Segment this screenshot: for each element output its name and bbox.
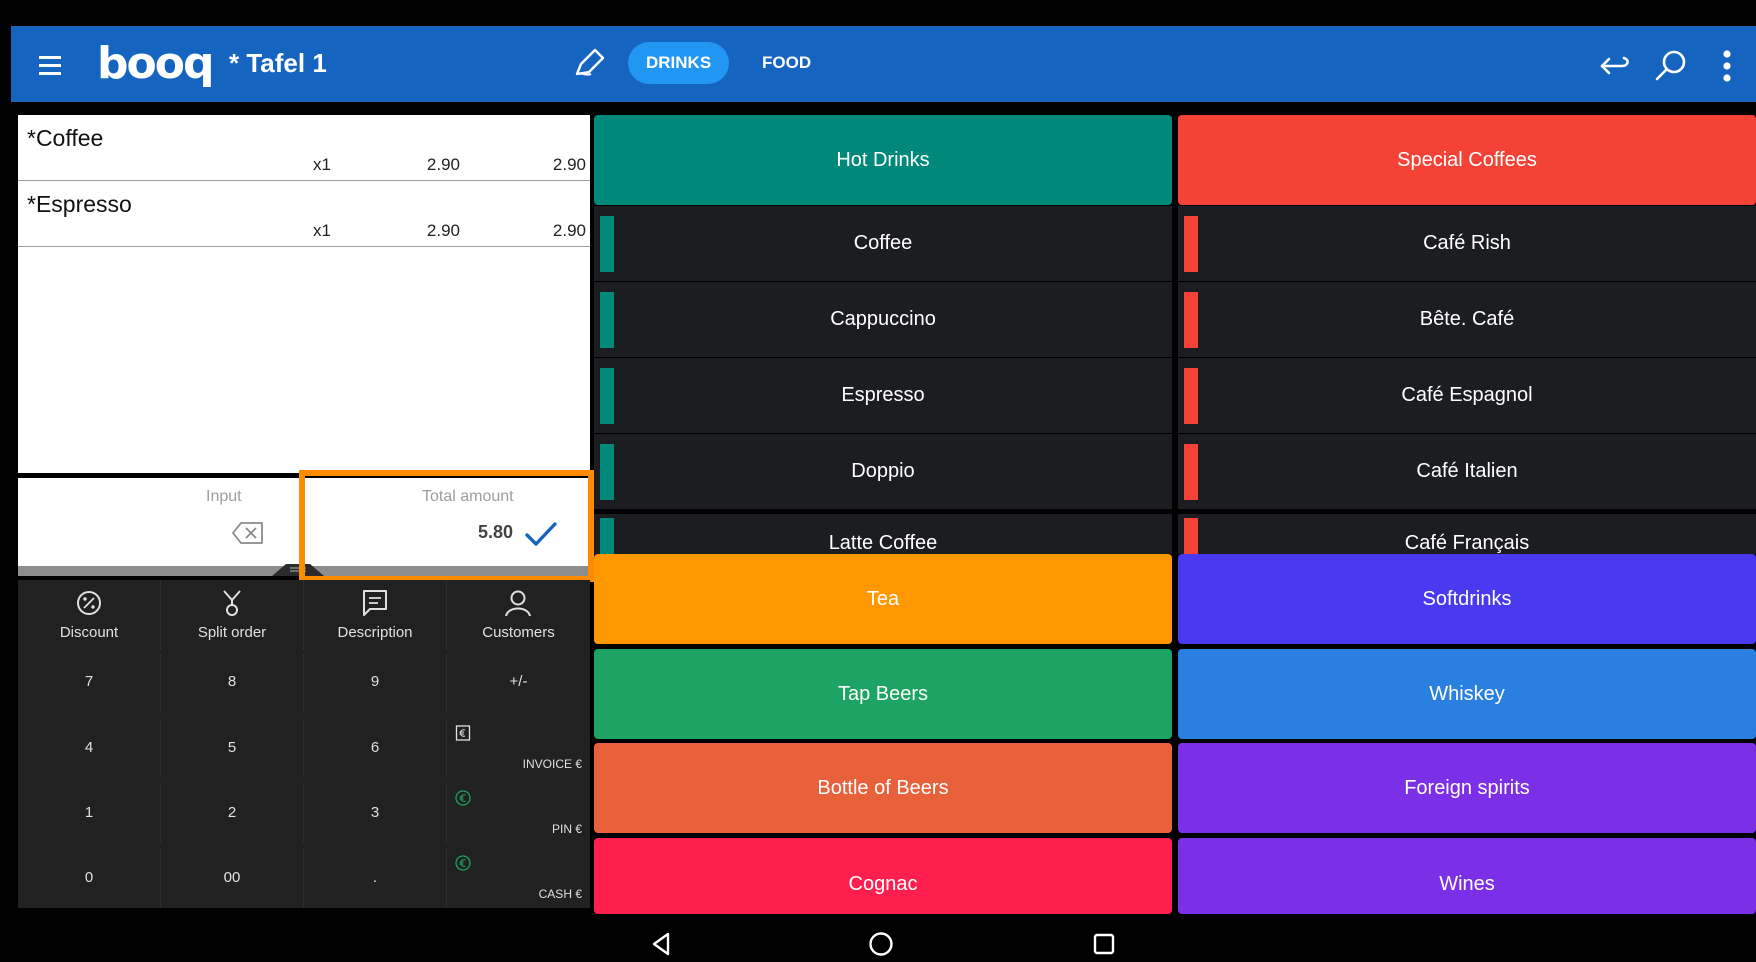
- product-cafe-espagnol[interactable]: Café Espagnol: [1178, 358, 1756, 433]
- tab-drinks[interactable]: DRINKS: [628, 42, 730, 84]
- order-item-qty: x1: [313, 155, 331, 174]
- order-item-name: *Coffee: [27, 125, 104, 151]
- discount-button[interactable]: Discount: [18, 580, 161, 650]
- product-label: Café Français: [1404, 532, 1530, 554]
- order-line[interactable]: *Espresso x1 2.90 2.90: [18, 181, 590, 247]
- order-list: *Coffee x1 2.90 2.90 *Espresso x1 2.90 2…: [18, 115, 590, 473]
- product-label: Espresso: [841, 384, 925, 406]
- screen-edge: [0, 26, 11, 924]
- input-label: Input: [206, 488, 242, 505]
- category-wines[interactable]: Wines: [1178, 838, 1756, 914]
- invoice-icon: [455, 725, 471, 741]
- app-logo: booq: [97, 38, 214, 89]
- action-label: Split order: [197, 624, 267, 641]
- input-panel: Input Total amount 5.80: [18, 478, 590, 566]
- search-icon[interactable]: [1651, 46, 1691, 86]
- system-nav-bar: [0, 924, 1756, 962]
- drag-handle[interactable]: [272, 560, 324, 576]
- edit-icon[interactable]: [571, 46, 607, 82]
- order-item-price: 2.90: [426, 221, 460, 240]
- key-0[interactable]: 0: [18, 849, 161, 907]
- key-decimal[interactable]: .: [304, 849, 447, 907]
- pin-button[interactable]: PIN €: [447, 784, 590, 842]
- payment-label: CASH €: [538, 887, 582, 901]
- cash-button[interactable]: CASH €: [447, 849, 590, 907]
- split-order-button[interactable]: Split order: [161, 580, 304, 650]
- product-cafe-italien[interactable]: Café Italien: [1178, 434, 1756, 509]
- product-label: Cappuccino: [830, 308, 936, 330]
- order-item-price: 2.90: [426, 155, 460, 174]
- order-item-qty: x1: [313, 221, 331, 240]
- customers-button[interactable]: Customers: [447, 580, 590, 650]
- category-tea[interactable]: Tea: [594, 554, 1172, 644]
- key-00[interactable]: 00: [161, 849, 304, 907]
- backspace-icon[interactable]: [231, 520, 265, 546]
- split-icon: [223, 590, 241, 616]
- action-label: Discount: [59, 624, 119, 641]
- check-icon[interactable]: [523, 516, 559, 552]
- product-espresso[interactable]: Espresso: [594, 358, 1172, 433]
- table-title: * Tafel 1: [229, 48, 327, 78]
- product-cafe-francais[interactable]: Café Français: [1178, 514, 1756, 554]
- order-item-total: 2.90: [552, 155, 586, 174]
- app-bar: booq * Tafel 1 DRINKS FOOD: [11, 26, 1756, 102]
- payment-label: INVOICE €: [522, 757, 582, 771]
- customer-icon: [505, 590, 531, 617]
- key-plus-minus[interactable]: +/-: [447, 653, 590, 711]
- product-label: Doppio: [851, 460, 915, 482]
- payment-label: PIN €: [551, 822, 582, 836]
- key-8[interactable]: 8: [161, 653, 304, 711]
- order-item-total: 2.90: [552, 221, 586, 240]
- key-3[interactable]: 3: [304, 784, 447, 842]
- tab-food[interactable]: FOOD: [744, 42, 829, 84]
- product-label: Latte Coffee: [828, 532, 938, 554]
- key-9[interactable]: 9: [304, 653, 447, 711]
- action-label: Customers: [482, 624, 555, 641]
- key-6[interactable]: 6: [304, 719, 447, 777]
- product-latte-coffee[interactable]: Latte Coffee: [594, 514, 1172, 554]
- more-icon[interactable]: [1707, 46, 1747, 86]
- product-bete-cafe[interactable]: Bête. Café: [1178, 282, 1756, 357]
- order-item-name: *Espresso: [27, 191, 132, 217]
- category-foreign-spirits[interactable]: Foreign spirits: [1178, 743, 1756, 833]
- action-label: Description: [337, 624, 413, 641]
- undo-icon[interactable]: [1596, 46, 1636, 86]
- product-coffee[interactable]: Coffee: [594, 206, 1172, 281]
- order-line[interactable]: *Coffee x1 2.90 2.90: [18, 115, 590, 181]
- category-whiskey[interactable]: Whiskey: [1178, 649, 1756, 739]
- product-label: Café Italien: [1416, 460, 1518, 482]
- category-softdrinks[interactable]: Softdrinks: [1178, 554, 1756, 644]
- product-label: Coffee: [853, 232, 913, 254]
- status-bar: [0, 0, 1756, 26]
- product-cappuccino[interactable]: Cappuccino: [594, 282, 1172, 357]
- category-special-coffees[interactable]: Special Coffees: [1178, 115, 1756, 205]
- discount-icon: [77, 591, 101, 615]
- home-icon[interactable]: [867, 930, 895, 958]
- product-cafe-rish[interactable]: Café Rish: [1178, 206, 1756, 281]
- product-label: Café Rish: [1423, 232, 1511, 254]
- key-1[interactable]: 1: [18, 784, 161, 842]
- category-cognac[interactable]: Cognac: [594, 838, 1172, 914]
- product-label: Bête. Café: [1419, 308, 1515, 330]
- description-icon: [363, 590, 387, 616]
- total-amount-value: 5.80: [478, 522, 514, 542]
- key-4[interactable]: 4: [18, 719, 161, 777]
- menu-icon[interactable]: [33, 48, 67, 82]
- euro-icon: [455, 855, 471, 871]
- category-hot-drinks[interactable]: Hot Drinks: [594, 115, 1172, 205]
- product-label: Café Espagnol: [1401, 384, 1533, 406]
- recents-icon[interactable]: [1090, 930, 1118, 958]
- category-tap-beers[interactable]: Tap Beers: [594, 649, 1172, 739]
- key-5[interactable]: 5: [161, 719, 304, 777]
- key-2[interactable]: 2: [161, 784, 304, 842]
- euro-icon: [455, 790, 471, 806]
- keypad-panel: Discount Split order Description Custome…: [18, 580, 590, 908]
- key-7[interactable]: 7: [18, 653, 161, 711]
- description-button[interactable]: Description: [304, 580, 447, 650]
- back-icon[interactable]: [648, 930, 676, 958]
- total-amount-label: Total amount: [422, 488, 514, 505]
- category-bottle-of-beers[interactable]: Bottle of Beers: [594, 743, 1172, 833]
- product-doppio[interactable]: Doppio: [594, 434, 1172, 509]
- invoice-button[interactable]: INVOICE €: [447, 719, 590, 777]
